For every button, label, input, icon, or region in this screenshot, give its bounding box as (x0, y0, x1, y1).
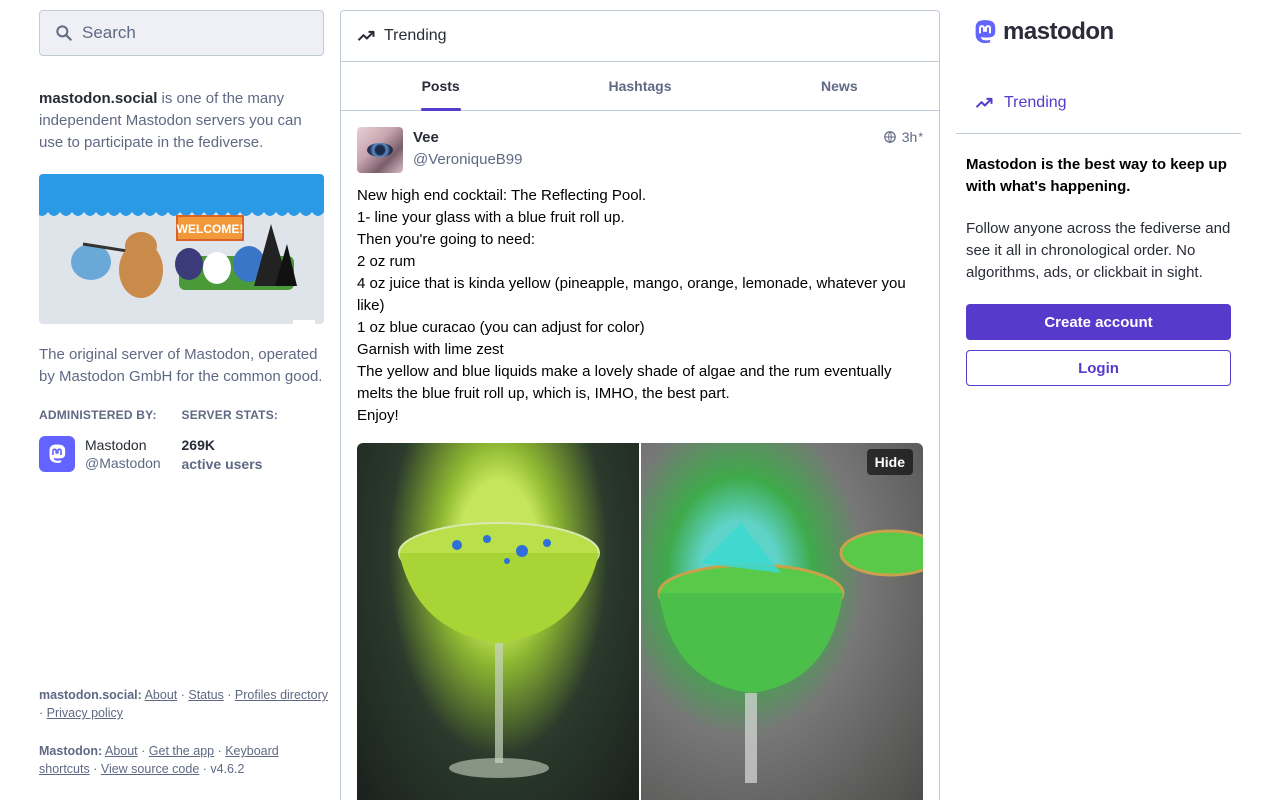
media-gallery: Hide (357, 443, 923, 800)
content-line: Then you're going to need: (357, 231, 535, 248)
server-footer-prefix: mastodon.social: (39, 688, 142, 702)
cocktail-illustration-2 (657, 523, 923, 783)
server-footer-links: mastodon.social: About · Status · Profil… (39, 688, 329, 720)
mastodon-footer-prefix: Mastodon: (39, 744, 103, 758)
media-image-cocktail-2[interactable] (641, 443, 923, 800)
server-stats: SERVER STATS: 269K active users (182, 408, 325, 474)
status-content: New high end cocktail: The Reflecting Po… (357, 185, 923, 427)
link-footer: mastodon.social: About · Status · Profil… (39, 686, 329, 778)
column-header[interactable]: Trending (341, 11, 939, 62)
trending-icon (975, 97, 993, 108)
hide-media-button[interactable]: Hide (866, 449, 913, 475)
admin-account[interactable]: Mastodon @Mastodon (39, 436, 182, 472)
mastodon-footer-links: Mastodon: About · Get the app · Keyboard… (39, 744, 279, 776)
stats-label: SERVER STATS: (181, 408, 279, 422)
version-label: v4.6.2 (210, 762, 245, 776)
avatar[interactable] (357, 127, 403, 173)
mastodon-logo-icon (975, 20, 996, 44)
footer-link-status[interactable]: Status (188, 688, 223, 702)
signup-body: Follow anyone across the fediverse and s… (966, 220, 1231, 281)
status-meta[interactable]: 3h * (883, 129, 923, 145)
server-info-row: ADMINISTERED BY: Mastodon @Mastodon SERV… (39, 408, 324, 474)
globe-icon (883, 131, 896, 143)
administered-label: ADMINISTERED BY: (39, 408, 157, 422)
hero-welcome-text: WELCOME! (177, 222, 244, 236)
active-users-count: 269K (181, 437, 215, 453)
footer-link-about[interactable]: About (145, 688, 178, 702)
status-post[interactable]: Vee @VeroniqueB99 3h * New high end cock… (341, 111, 939, 800)
create-account-button[interactable]: Create account (966, 304, 1231, 340)
account-handle: @VeroniqueB99 (413, 151, 523, 168)
server-intro: mastodon.social is one of the many indep… (39, 88, 324, 154)
sign-in-banner: Mastodon is the best way to keep up with… (956, 134, 1241, 386)
footer-link-mastodon-about[interactable]: About (105, 744, 138, 758)
content-line: New high end cocktail: The Reflecting Po… (357, 187, 647, 204)
hero-illustration: WELCOME! (39, 174, 324, 324)
status-header: Vee @VeroniqueB99 3h * (357, 127, 923, 173)
column-title: Trending (384, 27, 447, 44)
login-button[interactable]: Login (966, 350, 1231, 386)
logo-wordmark: mastodon (1003, 18, 1114, 45)
content-line: 1- line your glass with a blue fruit rol… (357, 209, 625, 226)
search-input[interactable] (82, 23, 302, 43)
footer-link-view-source-code[interactable]: View source code (101, 762, 199, 776)
cocktail-illustration-1 (398, 522, 600, 778)
active-users-stat: 269K active users (182, 436, 325, 474)
nav-item-trending[interactable]: Trending (956, 82, 1241, 134)
nav-item-label: Trending (1004, 93, 1067, 111)
trending-tabs: Posts Hashtags News (341, 62, 939, 111)
footer-link-profiles-directory[interactable]: Profiles directory (235, 688, 328, 702)
server-description: The original server of Mastodon, operate… (39, 346, 323, 385)
administered-by: ADMINISTERED BY: Mastodon @Mastodon (39, 408, 182, 474)
edited-marker: * (918, 130, 923, 144)
signup-heading: Mastodon is the best way to keep up with… (966, 156, 1227, 195)
left-column: mastodon.social is one of the many indep… (39, 10, 328, 800)
media-image-cocktail-1[interactable] (357, 443, 639, 800)
right-sidebar: mastodon Trending Mastodon is the best w… (956, 10, 1241, 386)
content-line: The yellow and blue liquids make a lovel… (357, 363, 892, 402)
admin-names: Mastodon @Mastodon (85, 436, 161, 472)
admin-handle: @Mastodon (85, 455, 161, 471)
footer-link-get-the-app[interactable]: Get the app (149, 744, 214, 758)
server-hero-image: WELCOME! (39, 174, 324, 324)
trending-column: Trending Posts Hashtags News Vee @Veroni… (340, 10, 940, 800)
tab-news[interactable]: News (740, 62, 939, 110)
author-names[interactable]: Vee @VeroniqueB99 (413, 127, 522, 173)
search-box[interactable] (39, 10, 324, 56)
tab-hashtags[interactable]: Hashtags (540, 62, 739, 110)
footer-link-privacy-policy[interactable]: Privacy policy (47, 706, 123, 720)
search-icon (56, 25, 72, 41)
content-line: Garnish with lime zest (357, 341, 504, 358)
relative-time[interactable]: 3h (902, 129, 918, 145)
tab-posts[interactable]: Posts (341, 62, 540, 110)
content-line: 2 oz rum (357, 253, 416, 270)
active-users-label: active users (181, 456, 263, 472)
avatar[interactable] (39, 436, 75, 472)
mastodon-logo[interactable]: mastodon (970, 10, 1241, 54)
mastodon-logo-icon (49, 444, 66, 463)
content-line: 1 oz blue curacao (you can adjust for co… (357, 319, 645, 336)
server-domain[interactable]: mastodon.social (39, 90, 157, 107)
admin-name: Mastodon (85, 437, 147, 453)
trending-icon (357, 30, 375, 41)
display-name: Vee (413, 129, 439, 146)
content-line: Enjoy! (357, 407, 399, 424)
content-line: 4 oz juice that is kinda yellow (pineapp… (357, 275, 906, 314)
